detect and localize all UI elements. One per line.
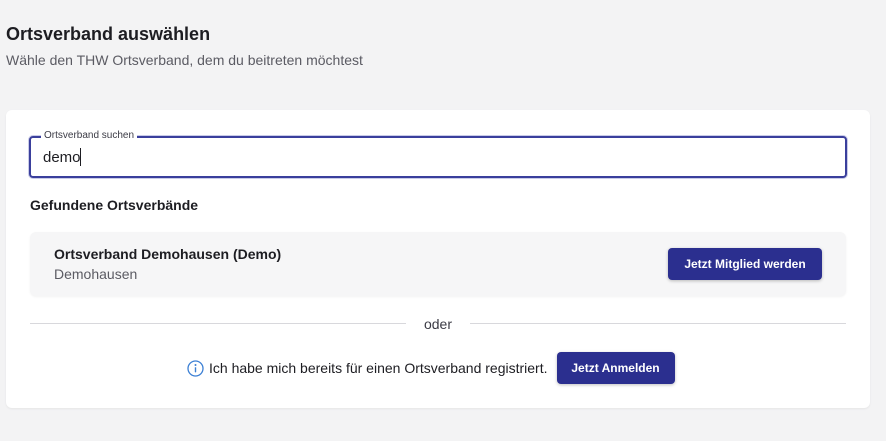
selection-card: Ortsverband suchen Gefundene Ortsverbänd… xyxy=(6,110,870,408)
login-button[interactable]: Jetzt Anmelden xyxy=(556,352,675,384)
search-input[interactable] xyxy=(43,146,823,168)
result-city: Demohausen xyxy=(54,266,138,282)
result-name: Ortsverband Demohausen (Demo) xyxy=(54,246,282,262)
login-text: Ich habe mich bereits für einen Ortsverb… xyxy=(209,360,548,376)
page-header: Ortsverband auswählen Wähle den THW Orts… xyxy=(6,22,363,69)
search-label: Ortsverband suchen xyxy=(41,130,138,142)
page-subtitle: Wähle den THW Ortsverband, dem du beitre… xyxy=(6,52,363,68)
text-caret xyxy=(80,148,81,166)
join-button[interactable]: Jetzt Mitglied werden xyxy=(668,248,822,280)
result-item: Ortsverband Demohausen (Demo) Demohausen… xyxy=(30,232,846,296)
divider: oder xyxy=(30,314,846,334)
results-heading: Gefundene Ortsverbände xyxy=(30,197,199,213)
divider-text: oder xyxy=(423,316,453,332)
page-title: Ortsverband auswählen xyxy=(6,24,211,44)
divider-line-right xyxy=(470,323,846,324)
login-row: Ich habe mich bereits für einen Ortsverb… xyxy=(187,352,675,384)
info-icon xyxy=(187,359,204,377)
search-field[interactable]: Ortsverband suchen xyxy=(29,130,847,178)
